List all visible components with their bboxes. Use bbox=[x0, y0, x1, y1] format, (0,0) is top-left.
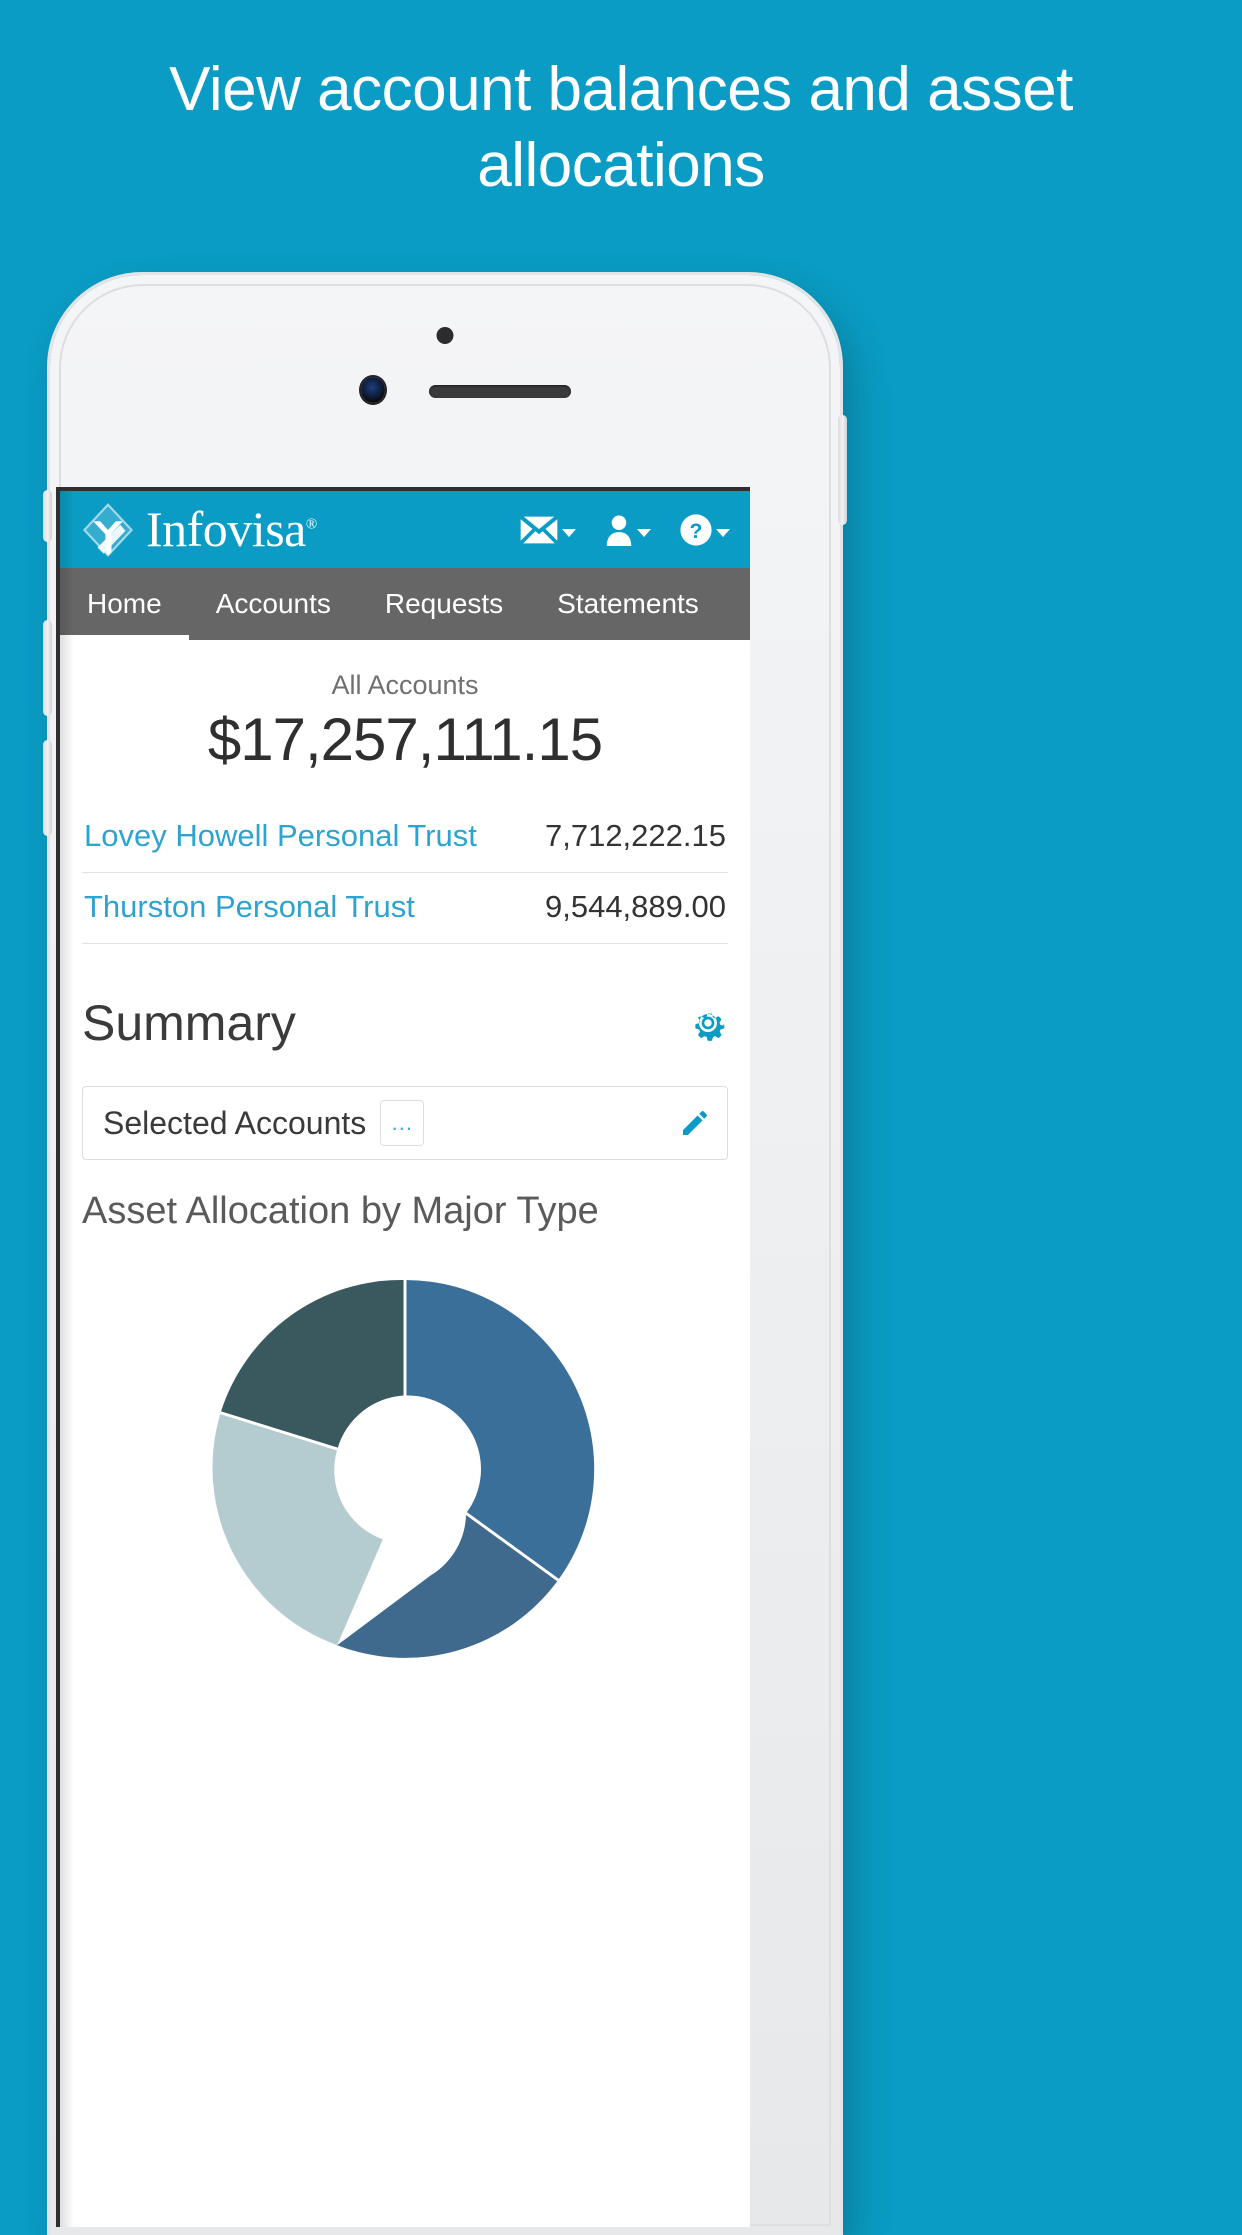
app-screen: Infovisa® ? Home Accounts Requests State… bbox=[56, 487, 750, 2227]
chevron-down-icon bbox=[637, 528, 651, 537]
account-row[interactable]: Thurston Personal Trust 9,544,889.00 bbox=[82, 873, 728, 944]
svg-text:?: ? bbox=[690, 518, 703, 542]
total-balance-block: All Accounts $17,257,111.15 bbox=[60, 640, 750, 788]
more-accounts-button[interactable]: ... bbox=[380, 1100, 425, 1146]
app-header: Infovisa® ? bbox=[60, 491, 750, 568]
account-name-link[interactable]: Thurston Personal Trust bbox=[84, 889, 415, 925]
summary-header: Summary bbox=[60, 944, 750, 1058]
nav-item-home[interactable]: Home bbox=[60, 568, 189, 640]
account-row[interactable]: Lovey Howell Personal Trust 7,712,222.15 bbox=[82, 802, 728, 873]
phone-mute-switch bbox=[43, 490, 52, 542]
nav-item-reports[interactable]: Reports bbox=[726, 568, 750, 640]
earpiece-speaker-icon bbox=[429, 385, 571, 398]
proximity-sensor-icon bbox=[436, 327, 454, 344]
donut-chart bbox=[212, 1279, 595, 1658]
selected-accounts-value: Selected Accounts bbox=[103, 1104, 367, 1141]
registered-mark: ® bbox=[305, 515, 317, 532]
nav-label: Requests bbox=[384, 588, 504, 619]
nav-label: Home bbox=[87, 588, 162, 619]
mail-menu-button[interactable] bbox=[519, 514, 576, 545]
nav-item-statements[interactable]: Statements bbox=[530, 568, 726, 640]
brand-logo[interactable]: Infovisa® bbox=[80, 502, 317, 558]
header-icon-group: ? bbox=[519, 513, 744, 547]
user-menu-button[interactable] bbox=[604, 514, 651, 546]
brand-wordmark: Infovisa® bbox=[146, 504, 317, 554]
promo-headline: View account balances and asset allocati… bbox=[169, 55, 1073, 200]
chevron-down-icon bbox=[716, 528, 730, 537]
total-balance-amount: $17,257,111.15 bbox=[207, 706, 603, 773]
nav-label: Accounts bbox=[215, 588, 331, 619]
chevron-down-icon bbox=[562, 528, 576, 537]
phone-volume-down-button bbox=[43, 740, 52, 836]
donut-segments bbox=[212, 1279, 595, 1658]
pencil-icon[interactable] bbox=[679, 1107, 711, 1139]
help-menu-button[interactable]: ? bbox=[679, 513, 730, 547]
nav-label: Statements bbox=[557, 588, 699, 619]
account-balance: 9,544,889.00 bbox=[544, 889, 726, 924]
help-icon: ? bbox=[680, 513, 712, 546]
summary-title: Summary bbox=[82, 995, 296, 1051]
selected-accounts-field[interactable]: Selected Accounts ... bbox=[82, 1086, 728, 1160]
asset-allocation-chart bbox=[60, 1233, 750, 1679]
main-navigation: Home Accounts Requests Statements Report… bbox=[60, 568, 750, 640]
donut-segment-3[interactable] bbox=[212, 1412, 383, 1646]
chart-title: Asset Allocation by Major Type bbox=[82, 1190, 599, 1232]
mail-icon bbox=[519, 514, 559, 545]
page-content: All Accounts $17,257,111.15 Lovey Howell… bbox=[60, 640, 750, 1679]
total-balance-label: All Accounts bbox=[331, 670, 479, 700]
nav-item-accounts[interactable]: Accounts bbox=[189, 568, 358, 640]
gear-icon[interactable] bbox=[688, 1003, 728, 1043]
front-camera-icon bbox=[361, 377, 385, 403]
nav-item-requests[interactable]: Requests bbox=[358, 568, 530, 640]
user-icon bbox=[606, 514, 632, 546]
brand-name: Infovisa bbox=[146, 500, 306, 557]
donut-segment-1[interactable] bbox=[405, 1279, 595, 1581]
phone-mockup: Infovisa® ? Home Accounts Requests State… bbox=[43, 275, 847, 2235]
phone-power-button bbox=[838, 415, 847, 525]
diamond-logo-icon bbox=[82, 502, 134, 557]
account-name-link[interactable]: Lovey Howell Personal Trust bbox=[84, 818, 477, 854]
account-list: Lovey Howell Personal Trust 7,712,222.15… bbox=[60, 802, 750, 944]
phone-volume-up-button bbox=[43, 620, 52, 716]
account-balance: 7,712,222.15 bbox=[544, 818, 726, 853]
